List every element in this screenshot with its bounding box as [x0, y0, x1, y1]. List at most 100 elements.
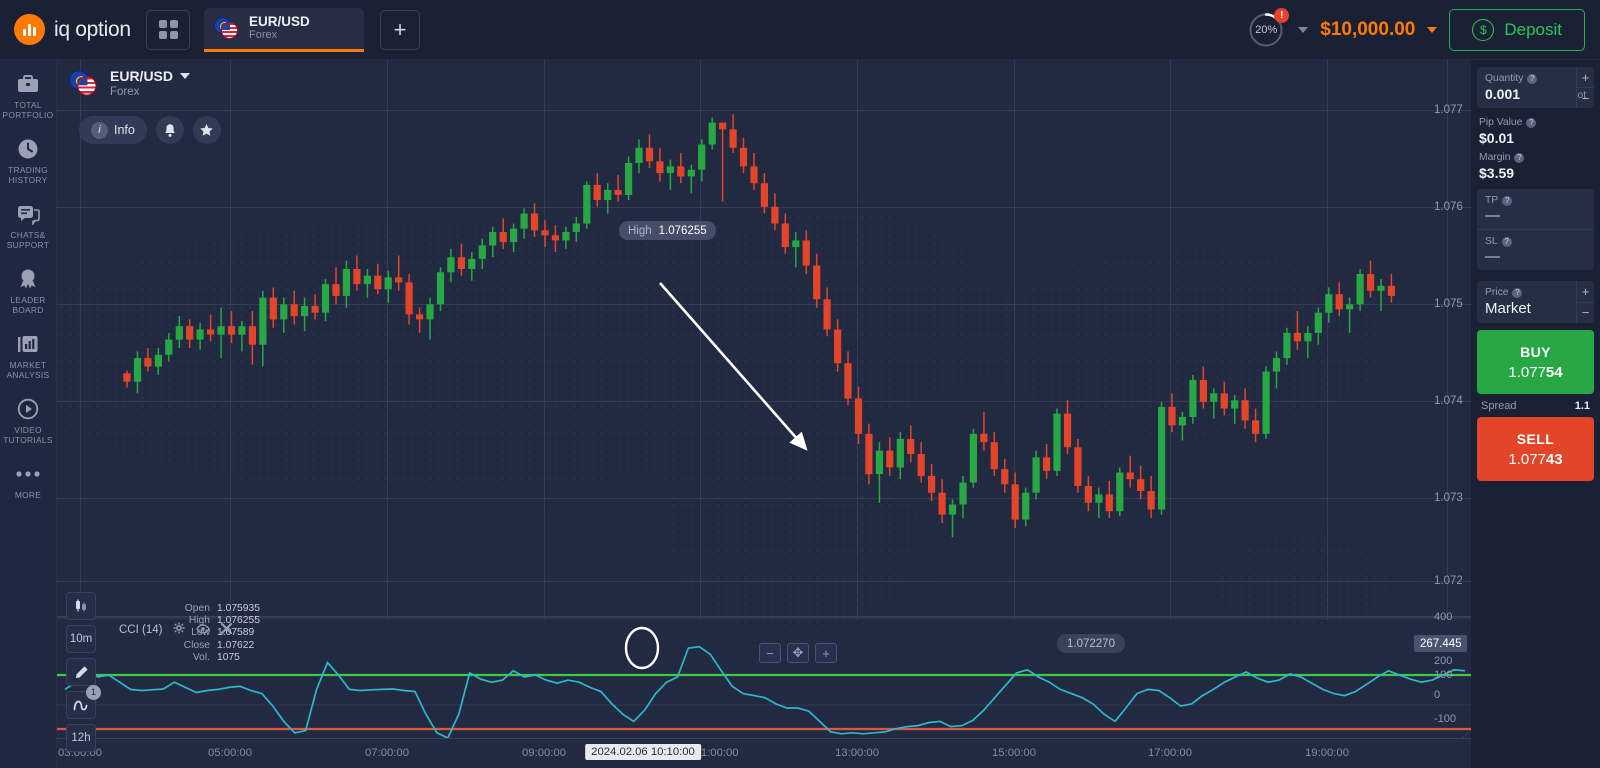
info-label: Info — [114, 123, 135, 137]
chat-icon — [17, 202, 40, 226]
brand-logo[interactable]: iq option — [0, 14, 140, 45]
curve-icon — [73, 700, 87, 711]
medal-icon — [17, 267, 39, 291]
sell-button[interactable]: SELL 1.07743 — [1477, 417, 1594, 481]
add-tab-button[interactable]: + — [380, 9, 420, 50]
tp-value: — — [1485, 207, 1500, 224]
buy-button[interactable]: BUY 1.07754 — [1477, 330, 1594, 394]
spread-value: 1.1 — [1574, 400, 1590, 412]
ohlc-vol-value: 1075 — [217, 651, 240, 663]
timeframe-button[interactable]: 10m — [66, 625, 96, 653]
zoom-in-button[interactable]: + — [815, 643, 837, 663]
sidebar-item-more[interactable]: MORE — [0, 462, 57, 500]
order-panel: Quantity ? 0.001 lot + − Pip Value ? $0.… — [1471, 60, 1600, 768]
range-button[interactable]: 12h — [66, 724, 96, 752]
clock-icon — [17, 137, 39, 161]
trading-platform: iq option EUR/USD Forex + 20% ! $10,000.… — [0, 0, 1600, 768]
bar-chart-icon — [17, 332, 39, 356]
cci-header: CCI (14) — [119, 622, 233, 637]
risk-ring[interactable]: 20% ! — [1246, 7, 1290, 50]
candlestick-series — [123, 114, 1395, 538]
pip-value-field: Pip Value ? $0.01 — [1477, 115, 1594, 150]
balance-dropdown-caret[interactable] — [1427, 26, 1438, 33]
balance-amount[interactable]: $10,000.00 — [1320, 19, 1415, 41]
info-icon: i — [91, 121, 108, 139]
time-tick-6: 15:00:00 — [992, 747, 1036, 759]
eye-icon[interactable] — [196, 623, 211, 637]
quantity-stepper: + − — [1576, 67, 1594, 108]
chart-symbol-sub: Forex — [110, 86, 140, 98]
sl-value: — — [1485, 248, 1500, 265]
chart-type-button[interactable] — [66, 592, 96, 620]
indicator-count-badge: 1 — [86, 685, 101, 700]
chart-symbol-caret[interactable] — [180, 73, 191, 79]
ohlc-close-label: Close — [183, 639, 210, 651]
time-tick-1: 05:00:00 — [208, 747, 252, 759]
risk-alert-badge[interactable]: ! — [1274, 7, 1290, 23]
pip-value-amount: $0.01 — [1479, 130, 1515, 146]
time-tick-3: 09:00:00 — [522, 747, 566, 759]
margin-amount: $3.59 — [1479, 165, 1515, 181]
sell-price-tail: 43 — [1545, 451, 1563, 468]
risk-dropdown-caret[interactable] — [1298, 26, 1309, 33]
deposit-button[interactable]: $ Deposit — [1449, 8, 1585, 51]
sidebar-item-chats-support[interactable]: CHATS& SUPPORT — [0, 202, 57, 250]
price-help-icon[interactable]: ? — [1512, 287, 1523, 298]
chart-symbol-header[interactable]: EUR/USD Forex — [69, 68, 191, 98]
sidebar-item-total-portfolio[interactable]: TOTAL PORTFOLIO — [0, 72, 57, 120]
time-tick-8: 19:00:00 — [1305, 747, 1349, 759]
left-sidebar: TOTAL PORTFOLIO TRADING HISTORY CHATS& SUPP… — [0, 60, 57, 768]
zoom-out-button[interactable]: − — [759, 643, 781, 663]
ohlc-open-value: 1.075935 — [217, 603, 260, 614]
price-field[interactable]: Price ? Market + − — [1477, 281, 1594, 323]
top-bar: iq option EUR/USD Forex + 20% ! $10,000.… — [0, 0, 1600, 60]
indicators-button[interactable]: 1 — [66, 685, 101, 719]
play-circle-icon — [17, 397, 39, 421]
quantity-value: 0.001 — [1485, 86, 1521, 102]
sidebar-item-trading-history[interactable]: TRADING HISTORY — [0, 137, 57, 185]
sidebar-item-video-tutorials[interactable]: VIDEO TUTORIALS — [0, 397, 57, 445]
close-icon[interactable] — [221, 622, 233, 637]
chart-flag-icon — [69, 70, 99, 96]
tp-help-icon[interactable]: ? — [1502, 195, 1513, 206]
buy-label: BUY — [1520, 344, 1551, 360]
candles-icon — [75, 599, 86, 612]
quantity-help-icon[interactable]: ? — [1527, 73, 1538, 84]
alert-button[interactable] — [155, 116, 184, 144]
ohlc-close-value: 1.07622 — [217, 639, 255, 651]
info-button[interactable]: i Info — [79, 116, 147, 144]
gear-icon[interactable] — [173, 622, 185, 637]
star-icon — [200, 123, 214, 136]
margin-help-icon[interactable]: ? — [1514, 152, 1525, 163]
pencil-icon — [75, 665, 88, 678]
apps-grid-button[interactable] — [146, 9, 190, 50]
price-chart[interactable]: EUR/USD Forex i Info High 1.076255 1.072… — [57, 60, 1471, 768]
draw-tools-button[interactable] — [66, 658, 96, 686]
favorite-button[interactable] — [192, 116, 221, 144]
time-axis: 03:00:00 05:00:00 07:00:00 09:00:00 11:0… — [57, 738, 1471, 768]
quantity-increment-button[interactable]: + — [1577, 67, 1594, 88]
top-bar-right: 20% ! $10,000.00 $ Deposit — [1246, 7, 1600, 51]
price-decrement-button[interactable]: − — [1577, 303, 1594, 324]
sl-help-icon[interactable]: ? — [1501, 236, 1512, 247]
sidebar-item-leader-board[interactable]: LEADER BOARD — [0, 267, 57, 315]
sl-field[interactable]: SL ? — — [1477, 230, 1594, 270]
price-increment-button[interactable]: + — [1577, 281, 1594, 303]
pip-value-help-icon[interactable]: ? — [1526, 117, 1537, 128]
price-value: Market — [1485, 300, 1531, 317]
asset-tab-eurusd[interactable]: EUR/USD Forex — [204, 7, 364, 52]
quantity-label: Quantity — [1485, 73, 1524, 84]
margin-label: Margin — [1479, 152, 1511, 163]
bell-icon — [165, 123, 175, 137]
sidebar-label-line1: TOTAL — [14, 100, 42, 110]
ohlc-open-label: Open — [184, 603, 210, 614]
ohlc-vol-label: Vol. — [192, 651, 210, 663]
sidebar-item-market-analysis[interactable]: MARKET ANALYSIS — [0, 332, 57, 380]
tp-field[interactable]: TP ? — — [1477, 189, 1594, 230]
tp-label: TP — [1485, 195, 1499, 206]
quantity-decrement-button[interactable]: − — [1577, 88, 1594, 108]
sell-label: SELL — [1516, 431, 1555, 447]
quantity-field[interactable]: Quantity ? 0.001 lot + − — [1477, 67, 1594, 108]
zoom-fit-button[interactable]: ✥ — [787, 643, 809, 663]
crosshair-time-label: 2024.02.06 10:10:00 — [585, 744, 701, 760]
